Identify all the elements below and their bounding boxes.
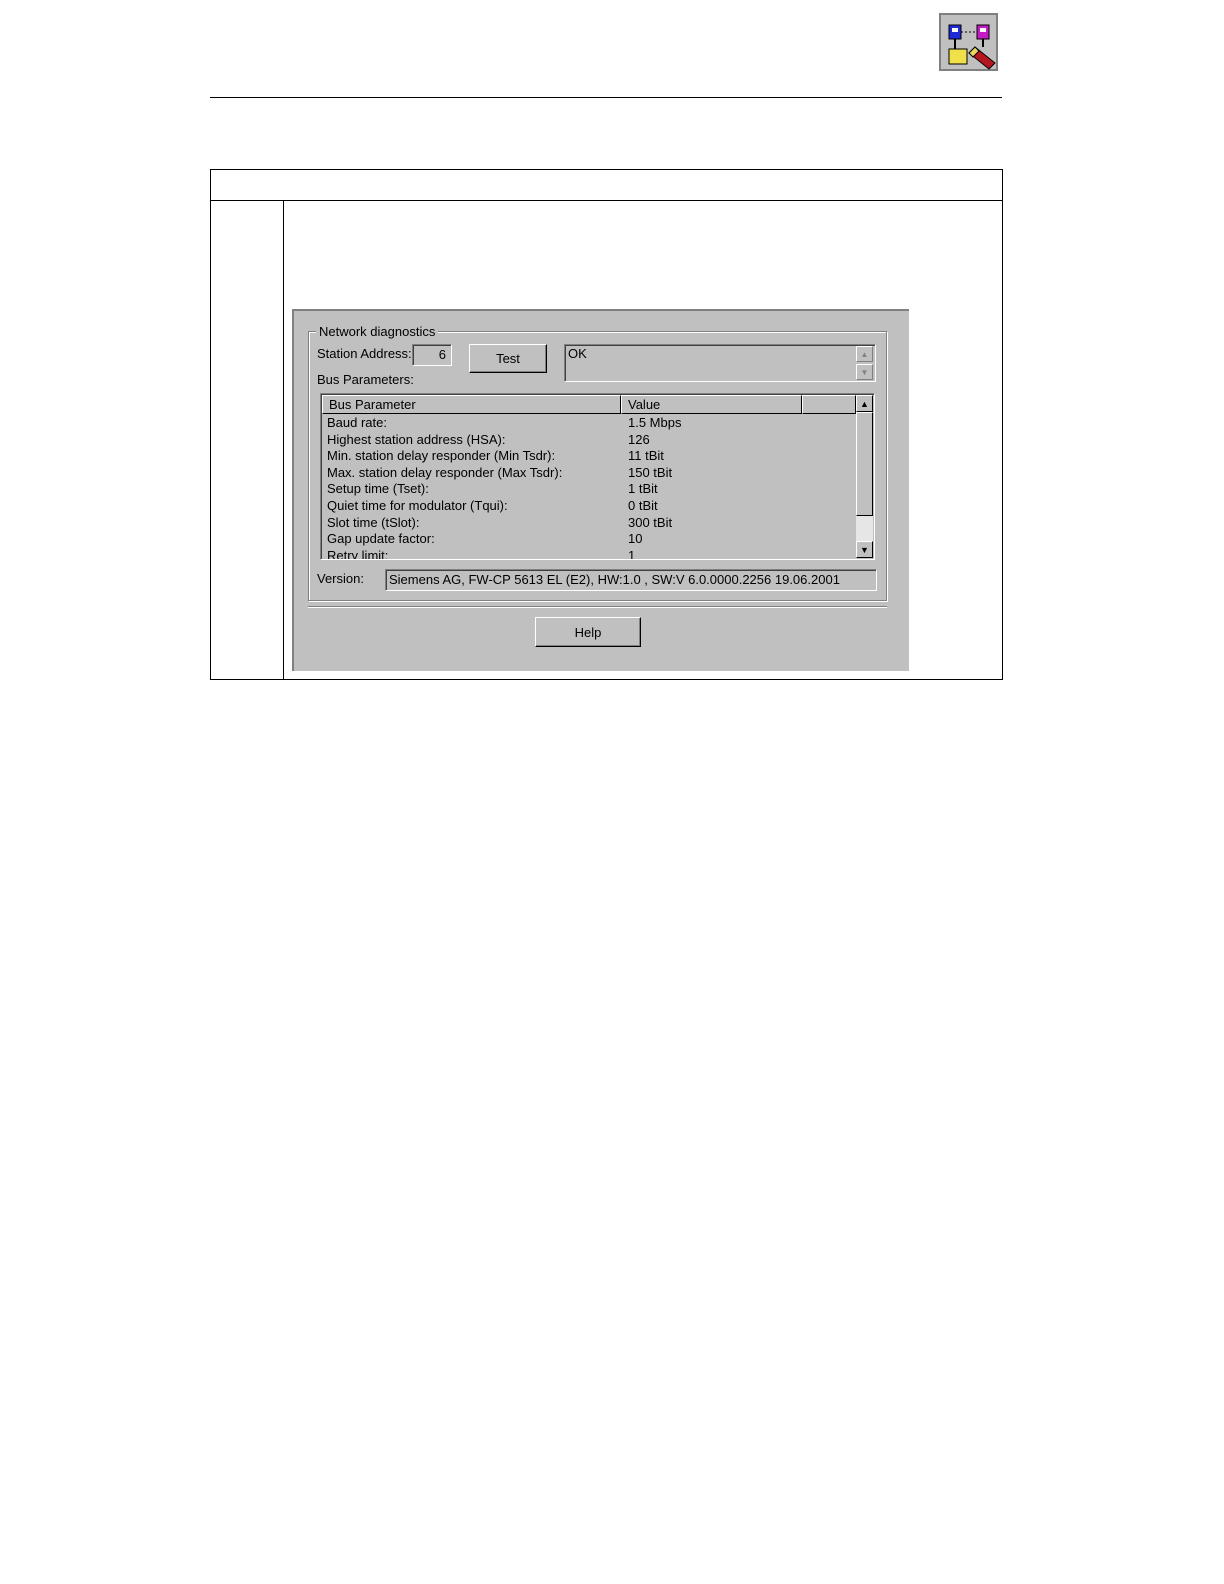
bus-parameter-name: Quiet time for modulator (Tqui): xyxy=(327,497,508,513)
column-header-bus-parameter[interactable]: Bus Parameter xyxy=(322,395,621,414)
list-item[interactable]: Slot time (tSlot): 300 tBit xyxy=(327,515,857,532)
bus-parameter-name: Gap update factor: xyxy=(327,531,435,547)
bus-parameter-name: Highest station address (HSA): xyxy=(327,431,506,447)
list-item[interactable]: Retry limit: 1 xyxy=(327,547,857,560)
dialog-separator xyxy=(308,606,887,608)
table-header-row xyxy=(211,170,1002,201)
scroll-up-arrow-icon[interactable]: ▲ xyxy=(856,346,873,362)
bus-parameter-name: Min. station delay responder (Min Tsdr): xyxy=(327,448,556,464)
column-header-value[interactable]: Value xyxy=(621,395,802,414)
version-field: Siemens AG, FW-CP 5613 EL (E2), HW:1.0 ,… xyxy=(385,569,877,591)
bus-parameter-value: 300 tBit xyxy=(628,514,673,530)
scroll-thumb[interactable] xyxy=(856,412,873,516)
station-address-label: Station Address: xyxy=(317,346,412,361)
bus-parameter-value: 150 tBit xyxy=(628,464,673,480)
group-title: Network diagnostics xyxy=(316,324,439,340)
bus-parameter-value: 0 tBit xyxy=(628,497,658,513)
list-rows: Baud rate: 1.5 Mbps Highest station addres… xyxy=(327,415,857,560)
bus-parameter-name: Max. station delay responder (Max Tsdr): xyxy=(327,464,563,480)
bus-parameter-name: Slot time (tSlot): xyxy=(327,514,420,530)
column-header-empty[interactable] xyxy=(802,395,856,414)
test-button[interactable]: Test xyxy=(469,344,547,373)
list-item[interactable]: Min. station delay responder (Min Tsdr):… xyxy=(327,448,857,465)
bus-parameter-name: Retry limit: xyxy=(327,547,389,560)
bus-parameter-value: 10 xyxy=(628,531,643,547)
status-text: OK xyxy=(568,346,587,361)
status-scrollbar[interactable]: ▲ ▼ xyxy=(856,346,873,380)
station-address-field[interactable]: 6 xyxy=(412,344,452,366)
list-item[interactable]: Baud rate: 1.5 Mbps xyxy=(327,415,857,432)
list-item[interactable]: Setup time (Tset): 1 tBit xyxy=(327,481,857,498)
list-header: Bus Parameter Value xyxy=(322,395,856,414)
list-item[interactable]: Max. station delay responder (Max Tsdr):… xyxy=(327,465,857,482)
bus-parameter-value: 126 xyxy=(628,431,650,447)
list-item[interactable]: Quiet time for modulator (Tqui): 0 tBit xyxy=(327,498,857,515)
list-item[interactable]: Gap update factor: 10 xyxy=(327,531,857,548)
bus-parameter-name: Setup time (Tset): xyxy=(327,481,429,497)
network-diagnostics-icon xyxy=(939,13,998,71)
help-button[interactable]: Help xyxy=(535,617,641,647)
header-rule xyxy=(210,97,1002,98)
version-label: Version: xyxy=(317,571,364,586)
bus-parameter-value: 1 tBit xyxy=(628,481,658,497)
scroll-down-arrow-icon[interactable]: ▼ xyxy=(856,364,873,380)
bus-parameters-list[interactable]: Bus Parameter Value Baud rate: 1.5 Mbps Hi… xyxy=(320,393,875,560)
list-item[interactable]: Highest station address (HSA): 126 xyxy=(327,432,857,449)
bus-parameter-name: Baud rate: xyxy=(327,415,387,430)
table-column-divider xyxy=(283,201,284,679)
bus-parameter-value: 11 tBit xyxy=(628,448,664,464)
bus-parameter-value: 1 xyxy=(628,547,636,560)
bus-parameters-label: Bus Parameters: xyxy=(317,372,414,387)
network-diagnostics-dialog: Network diagnostics Station Address: 6 T… xyxy=(292,309,909,671)
list-scrollbar[interactable]: ▲ ▼ xyxy=(856,395,873,558)
bus-parameter-value: 1.5 Mbps xyxy=(628,415,682,430)
scroll-up-arrow-icon[interactable]: ▲ xyxy=(856,395,873,412)
status-output: OK ▲ ▼ xyxy=(564,344,876,382)
scroll-down-arrow-icon[interactable]: ▼ xyxy=(856,541,873,558)
